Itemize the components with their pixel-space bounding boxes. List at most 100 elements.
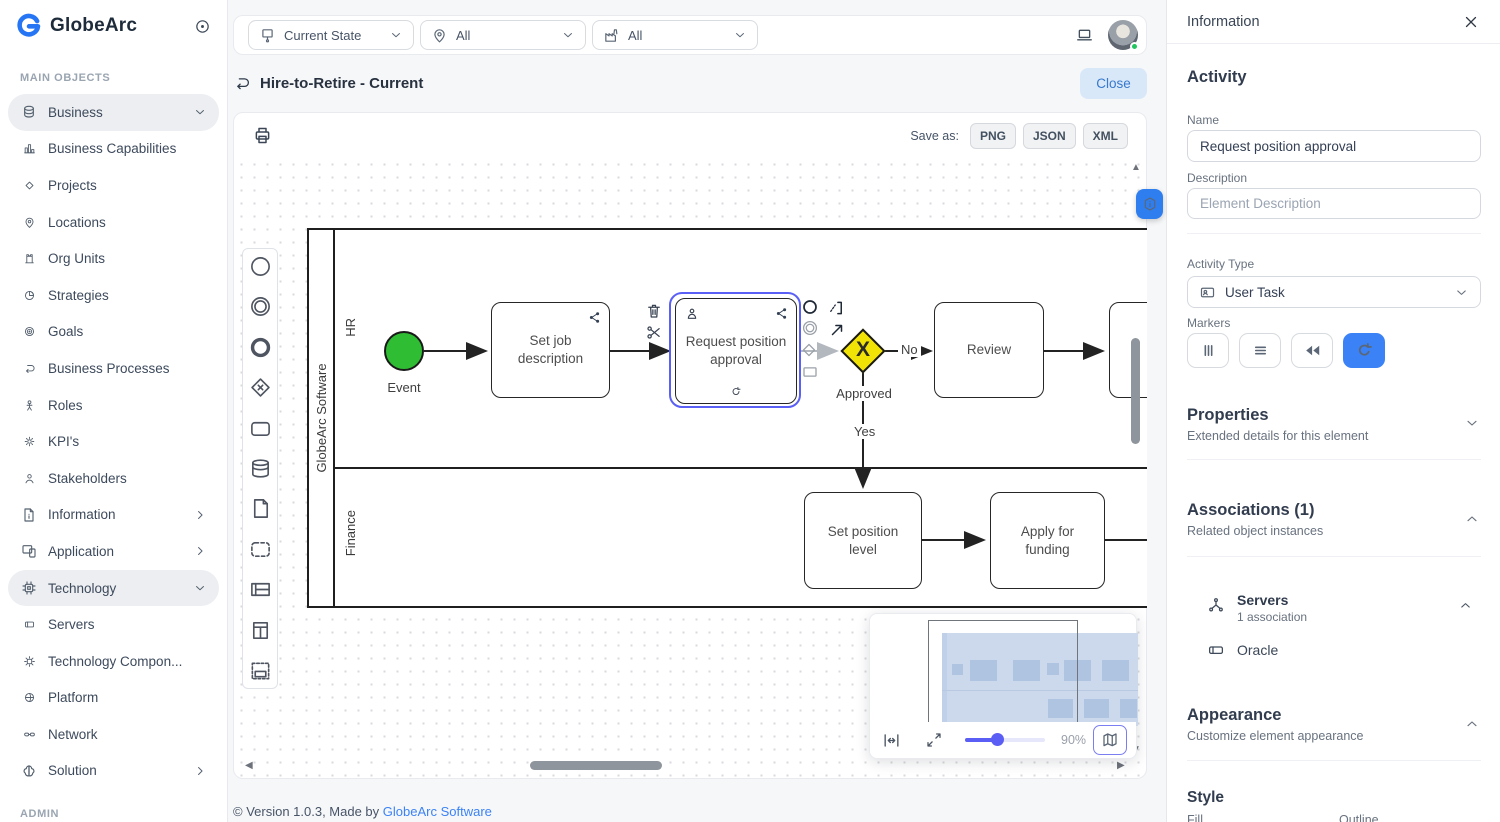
palette-pool-horizontal-shape[interactable] xyxy=(249,578,272,601)
appearance-collapse-icon[interactable] xyxy=(1464,716,1480,732)
task-request-position-approval[interactable]: Request position approval xyxy=(675,298,797,404)
sidebar-item-application[interactable]: Application xyxy=(8,533,219,570)
marker-loop-marker-button[interactable] xyxy=(1343,333,1385,368)
org-icon xyxy=(20,252,38,265)
sidebar-item-projects[interactable]: Projects xyxy=(8,167,219,204)
sidebar-item-platform[interactable]: Platform xyxy=(8,680,219,717)
zoom-controls: 90% xyxy=(870,722,1136,758)
name-input[interactable] xyxy=(1187,130,1481,162)
sidebar-item-business[interactable]: Business xyxy=(8,94,219,131)
sidebar-item-goals[interactable]: Goals xyxy=(8,314,219,351)
palette-pool-vertical-shape[interactable] xyxy=(249,619,272,642)
zoom-slider-knob[interactable] xyxy=(990,733,1004,746)
style-section-heading: Style xyxy=(1187,789,1225,806)
pad-arrow-icon[interactable] xyxy=(828,321,846,339)
horizontal-scrollbar-thumb[interactable] xyxy=(530,761,662,770)
task-apply-for-funding[interactable]: Apply for funding xyxy=(990,492,1105,589)
task-review[interactable]: Review xyxy=(934,302,1044,398)
export-png-button[interactable]: PNG xyxy=(969,122,1016,149)
minimap-toggle-button[interactable] xyxy=(1093,725,1127,755)
sidebar-collapse-icon[interactable] xyxy=(194,18,211,35)
palette-data-object-shape[interactable] xyxy=(249,497,272,520)
servers-collapse-icon[interactable] xyxy=(1458,598,1473,613)
description-input[interactable] xyxy=(1187,188,1481,219)
task-set-position-level[interactable]: Set position level xyxy=(804,492,922,589)
scroll-up-arrow[interactable]: ▲ xyxy=(1131,163,1141,173)
person-icon xyxy=(20,399,38,412)
palette-gateway-shape[interactable] xyxy=(249,376,272,399)
sidebar-item-strategies[interactable]: Strategies xyxy=(8,277,219,314)
properties-subtitle: Extended details for this element xyxy=(1187,429,1369,443)
start-event-node[interactable] xyxy=(384,331,424,371)
sidebar-item-solution[interactable]: Solution xyxy=(8,753,219,790)
sidebar-item-technology[interactable]: Technology xyxy=(8,569,219,607)
pad-annotation-icon[interactable] xyxy=(827,299,845,317)
panel-title: Information xyxy=(1187,13,1260,30)
close-button[interactable]: Close xyxy=(1080,67,1147,99)
export-json-button[interactable]: JSON xyxy=(1022,122,1076,149)
sidebar-item-business-processes[interactable]: Business Processes xyxy=(8,350,219,387)
sidebar-item-technology-compon[interactable]: Technology Compon... xyxy=(8,643,219,680)
palette-intermediate-event-shape[interactable] xyxy=(249,295,272,318)
association-item-oracle[interactable]: Oracle xyxy=(1207,641,1278,659)
print-icon[interactable] xyxy=(252,125,273,146)
scroll-right-arrow[interactable]: ▶ xyxy=(1117,761,1125,771)
org-filter-dropdown[interactable]: All xyxy=(592,20,758,50)
sidebar-item-network[interactable]: Network xyxy=(8,716,219,753)
share-icon[interactable] xyxy=(774,306,789,321)
sidebar-item-roles[interactable]: Roles xyxy=(8,387,219,424)
user-avatar[interactable] xyxy=(1108,20,1139,51)
laptop-icon[interactable] xyxy=(1075,26,1094,45)
palette-end-event-shape[interactable] xyxy=(249,336,272,359)
scroll-left-arrow[interactable]: ◀ xyxy=(245,761,253,771)
globearc-software-link[interactable]: GlobeArc Software xyxy=(383,804,492,819)
marker-sequential-marker-button[interactable] xyxy=(1239,333,1281,368)
sidebar-item-information[interactable]: Information xyxy=(8,497,219,534)
view-header: Hire-to-Retire - Current Close xyxy=(233,66,1147,100)
server-icon xyxy=(1207,641,1225,659)
marker-parallel-marker-button[interactable] xyxy=(1187,333,1229,368)
info-panel-tab[interactable] xyxy=(1136,189,1163,219)
close-panel-icon[interactable] xyxy=(1462,13,1480,31)
zoom-slider[interactable] xyxy=(965,733,1045,746)
palette-sub-process-shape[interactable] xyxy=(249,538,272,561)
cut-element-icon[interactable] xyxy=(645,324,662,341)
sidebar-item-servers[interactable]: Servers xyxy=(8,606,219,643)
palette-data-store-shape[interactable] xyxy=(249,457,272,480)
associations-collapse-icon[interactable] xyxy=(1464,511,1480,527)
pad-task-icon[interactable] xyxy=(801,363,819,381)
fit-width-icon[interactable] xyxy=(882,731,901,750)
export-xml-button[interactable]: XML xyxy=(1082,122,1128,149)
sidebar-item-label: Org Units xyxy=(48,251,106,267)
location-filter-dropdown[interactable]: All xyxy=(420,20,586,50)
sidebar-item-stakeholders[interactable]: Stakeholders xyxy=(8,460,219,497)
delete-element-icon[interactable] xyxy=(645,302,663,320)
palette-start-event-shape[interactable] xyxy=(249,255,272,278)
admin-section-label: ADMIN xyxy=(20,808,60,820)
sidebar-item-business-capabilities[interactable]: Business Capabilities xyxy=(8,131,219,168)
pad-gateway-icon[interactable] xyxy=(800,341,818,359)
chevron-right-icon xyxy=(193,544,207,558)
share-icon[interactable] xyxy=(587,310,602,325)
chevron-down-icon xyxy=(1454,285,1469,300)
task-set-job-description[interactable]: Set job description xyxy=(491,302,610,398)
task-clipped-right[interactable] xyxy=(1109,302,1147,398)
diagram-canvas[interactable]: GlobeArc Software HR Finance Event Set j… xyxy=(235,158,1147,778)
pad-circle-icon[interactable] xyxy=(801,298,819,316)
sidebar-item-label: Stakeholders xyxy=(48,470,127,486)
properties-collapse-icon[interactable] xyxy=(1464,415,1480,431)
palette-participant-shape[interactable] xyxy=(249,659,272,682)
expand-icon[interactable] xyxy=(925,731,943,749)
sidebar-item-locations[interactable]: Locations xyxy=(8,204,219,241)
pad-double-circle-icon[interactable] xyxy=(801,319,819,337)
sidebar-item-org-units[interactable]: Org Units xyxy=(8,240,219,277)
compensation-marker-icon xyxy=(1303,341,1322,360)
sidebar-item-kpi-s[interactable]: KPI's xyxy=(8,423,219,460)
state-filter-dropdown[interactable]: Current State xyxy=(248,20,414,50)
strategy-icon xyxy=(20,289,38,302)
association-group-servers[interactable]: Servers 1 association xyxy=(1207,592,1477,624)
palette-task-shape[interactable] xyxy=(249,417,272,440)
activity-type-select[interactable]: User Task xyxy=(1187,276,1481,308)
vertical-scrollbar-thumb[interactable] xyxy=(1131,338,1140,444)
marker-compensation-marker-button[interactable] xyxy=(1291,333,1333,368)
